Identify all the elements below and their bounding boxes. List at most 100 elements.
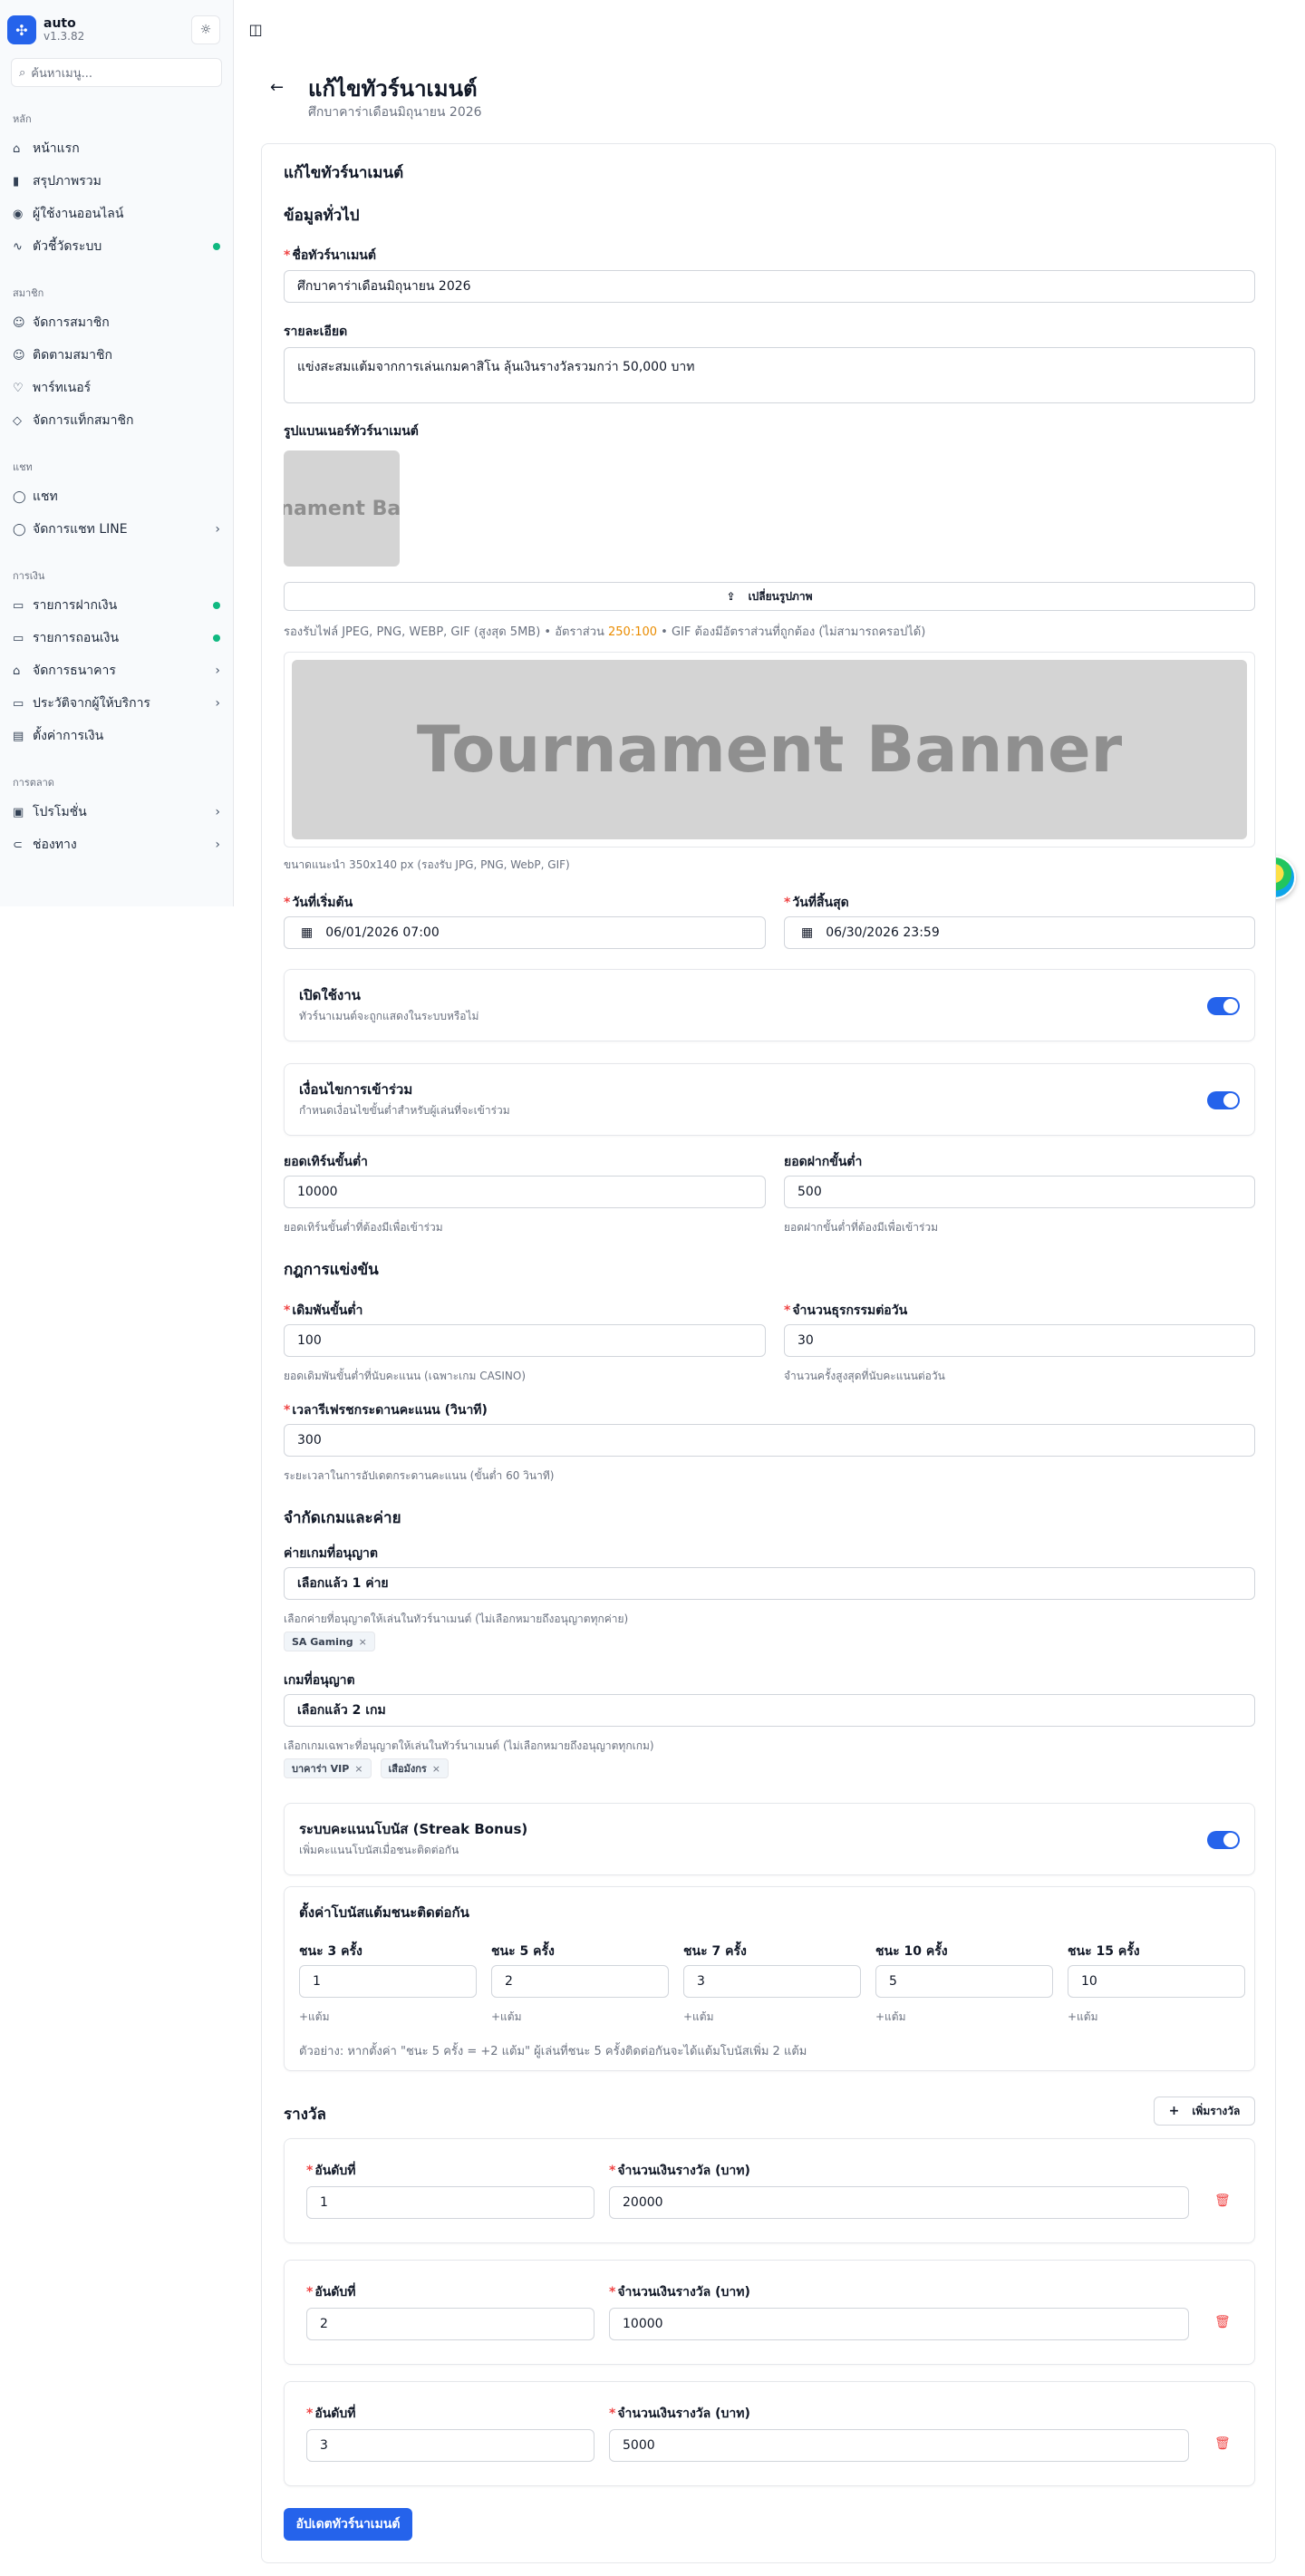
theme-toggle-button[interactable]: ☼ <box>191 15 220 44</box>
enabled-panel: เปิดใช้งาน ทัวร์นาเมนต์จะถูกแสดงในระบบหร… <box>284 969 1255 1041</box>
min-deposit-input[interactable]: 500 <box>784 1176 1255 1208</box>
sidebar-item-partners[interactable]: ♡ พาร์ทเนอร์ <box>0 372 233 404</box>
section-general-title: ข้อมูลทั่วไป <box>284 207 360 225</box>
min-bet-hint: ยอดเดิมพันขั้นต่ำที่นับคะแนน (เฉพาะเกม C… <box>284 1370 527 1382</box>
sidebar-item-label: โปรโมชั่น <box>33 805 87 819</box>
streak-settings-title: ตั้งค่าโบนัสแต้มชนะติดต่อกัน <box>299 1904 469 1921</box>
amount-label: * จำนวนเงินรางวัล (บาท) <box>609 2164 750 2178</box>
sidebar-item-chat[interactable]: ◯ แชท <box>0 480 233 513</box>
chip-remove-icon[interactable]: × <box>432 1763 440 1775</box>
refresh-label: * เวลารีเฟรชกระดานคะแนน (วินาที) <box>284 1403 488 1418</box>
update-tournament-button[interactable]: อัปเดตทัวร์นาเมนต์ <box>284 2508 412 2541</box>
conditions-toggle[interactable] <box>1207 1091 1240 1109</box>
calendar-icon: ▦ <box>301 925 314 940</box>
streak-input-5[interactable]: 10 <box>1068 1965 1245 1998</box>
chip-remove-icon[interactable]: × <box>354 1763 362 1775</box>
rank-input[interactable]: 1 <box>306 2186 594 2219</box>
min-turnover-input[interactable]: 10000 <box>284 1176 766 1208</box>
allowed-games-select[interactable]: เลือกแล้ว 2 เกม <box>284 1694 1255 1727</box>
min-bet-input[interactable]: 100 <box>284 1324 766 1357</box>
brand-version: v1.3.82 <box>44 30 85 44</box>
start-date-input[interactable]: ▦ 06/01/2026 07:00 <box>284 916 766 949</box>
delete-prize-icon[interactable]: 🗑 <box>1214 2193 1231 2208</box>
link-icon: ⊂ <box>13 838 23 852</box>
sidebar-search-input[interactable]: ⌕ ค้นหาเมนู... <box>11 58 222 87</box>
amount-input[interactable]: 20000 <box>609 2186 1189 2219</box>
sidebar-item-deposits[interactable]: ▭ รายการฝากเงิน <box>0 589 233 622</box>
streak-settings-panel: ตั้งค่าโบนัสแต้มชนะติดต่อกัน ชนะ 3 ครั้ง… <box>284 1886 1255 2071</box>
banner-preview-frame: Tournament Banner <box>284 652 1255 847</box>
streak-unit-1: +แต้ม <box>299 2010 330 2023</box>
sidebar-item-label: พาร์ทเนอร์ <box>33 381 92 395</box>
rank-label: * อันดับที่ <box>306 2164 356 2178</box>
allowed-games-hint: เลือกเกมเฉพาะที่อนุญาตให้เล่นในทัวร์นาเม… <box>284 1739 654 1752</box>
sidebar-item-withdrawals[interactable]: ▭ รายการถอนเงิน <box>0 622 233 654</box>
delete-prize-icon[interactable]: 🗑 <box>1214 2436 1231 2451</box>
tournament-name-input[interactable]: ศึกบาคาร่าเดือนมิถุนายน 2026 <box>284 270 1255 303</box>
max-transactions-hint: จำนวนครั้งสูงสุดที่นับคะแนนต่อวัน <box>784 1370 945 1382</box>
chevron-right-icon: › <box>215 805 220 819</box>
min-turnover-hint: ยอดเทิร์นขั้นต่ำที่ต้องมีเพื่อเข้าร่วม <box>284 1221 443 1234</box>
change-image-button[interactable]: ⇪ เปลี่ยนรูปภาพ <box>284 582 1255 611</box>
sidebar-item-label: จัดการสมาชิก <box>33 315 110 330</box>
prize-row: * อันดับที่ 2 * จำนวนเงินรางวัล (บาท) 1000… <box>284 2260 1255 2365</box>
sidebar-item-system-metrics[interactable]: ∿ ตัวชี้วัดระบบ <box>0 230 233 263</box>
providers-select[interactable]: เลือกแล้ว 1 ค่าย <box>284 1567 1255 1600</box>
brand-name: auto <box>44 15 76 31</box>
rank-input[interactable]: 3 <box>306 2429 594 2462</box>
delete-prize-icon[interactable]: 🗑 <box>1214 2315 1231 2329</box>
banner-format-hint: รองรับไฟล์ JPEG, PNG, WEBP, GIF (สูงสุด … <box>284 625 926 639</box>
rank-label: * อันดับที่ <box>306 2285 356 2300</box>
sidebar-item-online-users[interactable]: ◉ ผู้ใช้งานออนไลน์ <box>0 198 233 230</box>
section-rules-title: กฎการแข่งขัน <box>284 1261 379 1279</box>
end-date-input[interactable]: ▦ 06/30/2026 23:59 <box>784 916 1255 949</box>
streak-input-4[interactable]: 5 <box>875 1965 1053 1998</box>
edit-tournament-card: แก้ไขทัวร์นาเมนต์ ข้อมูลทั่วไป * ชื่อทัวร… <box>261 143 1276 2563</box>
add-prize-button[interactable]: + เพิ่มรางวัล <box>1154 2097 1255 2126</box>
max-transactions-input[interactable]: 30 <box>784 1324 1255 1357</box>
amount-input[interactable]: 10000 <box>609 2308 1189 2340</box>
sidebar-item-manage-members[interactable]: ☺ จัดการสมาชิก <box>0 306 233 339</box>
gift-icon: ▣ <box>13 805 24 819</box>
search-placeholder: ค้นหาเมนู... <box>31 66 93 81</box>
description-textarea[interactable]: แข่งสะสมแต้มจากการเล่นเกมคาสิโน ลุ้นเงิน… <box>284 347 1255 403</box>
enabled-title: เปิดใช้งาน <box>299 987 361 1003</box>
sidebar-item-label: แชท <box>33 489 58 504</box>
streak-input-2[interactable]: 2 <box>491 1965 669 1998</box>
sidebar-item-provider-history[interactable]: ▭ ประวัติจากผู้ให้บริการ › <box>0 687 233 720</box>
game-chip: เสือมังกร × <box>380 1758 449 1778</box>
game-chips: บาคาร่า VIP × เสือมังกร × <box>284 1758 449 1778</box>
tag-icon: ◇ <box>13 413 22 428</box>
sidebar-item-promotions[interactable]: ▣ โปรโมชั่น › <box>0 796 233 828</box>
refresh-input[interactable]: 300 <box>284 1424 1255 1457</box>
chip-remove-icon[interactable]: × <box>359 1636 367 1648</box>
back-button[interactable]: ← <box>270 78 284 97</box>
sidebar-item-label: จัดการแชท LINE <box>33 522 128 537</box>
enabled-toggle[interactable] <box>1207 997 1240 1015</box>
sidebar-toggle-button[interactable]: ◫ <box>245 18 266 40</box>
sidebar-item-channels[interactable]: ⊂ ช่องทาง › <box>0 828 233 861</box>
rank-input[interactable]: 2 <box>306 2308 594 2340</box>
streak-input-1[interactable]: 1 <box>299 1965 477 1998</box>
sidebar-item-label: ติดตามสมาชิก <box>33 348 112 363</box>
sidebar-item-member-tags[interactable]: ◇ จัดการแท็กสมาชิก <box>0 404 233 437</box>
sidebar-item-overview[interactable]: ▮ สรุปภาพรวม <box>0 165 233 198</box>
providers-hint: เลือกค่ายที่อนุญาตให้เล่นในทัวร์นาเมนต์ … <box>284 1612 629 1625</box>
group-label-finance: การเงิน <box>13 570 45 582</box>
chevron-right-icon: › <box>215 838 220 852</box>
amount-input[interactable]: 5000 <box>609 2429 1189 2462</box>
plus-icon: + <box>1168 2104 1180 2118</box>
sidebar-item-line-chat[interactable]: ◯ จัดการแชท LINE › <box>0 513 233 546</box>
rank-label: * อันดับที่ <box>306 2407 356 2421</box>
sidebar-item-label: สรุปภาพรวม <box>33 174 102 189</box>
streak-toggle[interactable] <box>1207 1831 1240 1849</box>
streak-panel: ระบบคะแนนโบนัส (Streak Bonus) เพิ่มคะแนน… <box>284 1803 1255 1875</box>
sidebar-item-finance-settings[interactable]: ▤ ตั้งค่าการเงิน <box>0 720 233 752</box>
sidebar-item-banks[interactable]: ⌂ จัดการธนาคาร › <box>0 654 233 687</box>
card-title: แก้ไขทัวร์นาเมนต์ <box>284 164 404 182</box>
sidebar-item-follow-members[interactable]: ☺ ติดตามสมาชิก <box>0 339 233 372</box>
sidebar-item-home[interactable]: ⌂ หน้าแรก <box>0 132 233 165</box>
name-label: * ชื่อทัวร์นาเมนต์ <box>284 248 376 263</box>
message-icon: ◯ <box>13 489 26 504</box>
streak-input-3[interactable]: 3 <box>683 1965 861 1998</box>
